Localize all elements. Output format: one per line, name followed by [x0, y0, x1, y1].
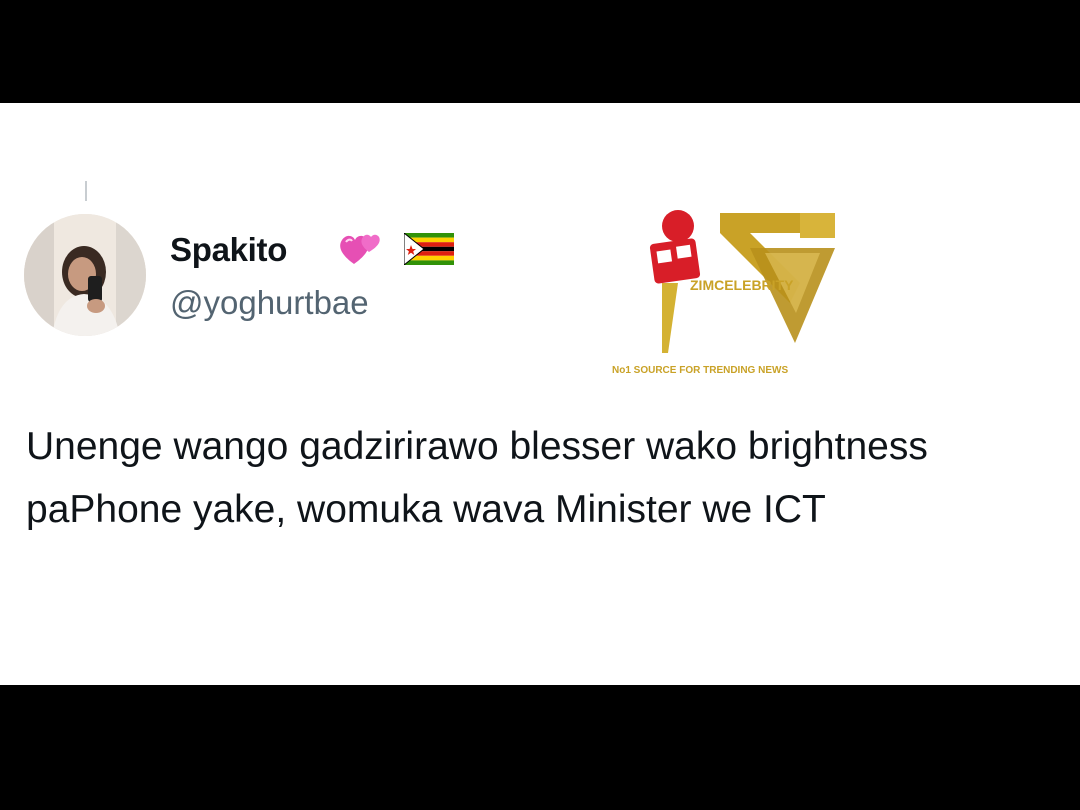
user-handle[interactable]: @yoghurtbae — [170, 284, 369, 322]
watermark-tagline: No1 SOURCE FOR TRENDING NEWS — [612, 365, 788, 376]
display-name[interactable]: Spakito — [170, 231, 287, 269]
avatar[interactable] — [24, 214, 146, 336]
thread-line — [85, 181, 87, 201]
zimcelebrity-watermark: ZIMCELEBRITY No1 SOURCE FOR TRENDING NEW… — [600, 203, 900, 388]
tweet-text: Unenge wango gadzirirawo blesser wako br… — [26, 425, 928, 531]
tweet-card: Spakito @yoghurtbae ZIMCELEBRITY No1 SOU… — [0, 103, 1080, 685]
zimbabwe-flag-icon — [403, 231, 454, 270]
watermark-brand: ZIMCELEBRITY — [690, 277, 794, 293]
two-hearts-icon — [336, 228, 384, 273]
